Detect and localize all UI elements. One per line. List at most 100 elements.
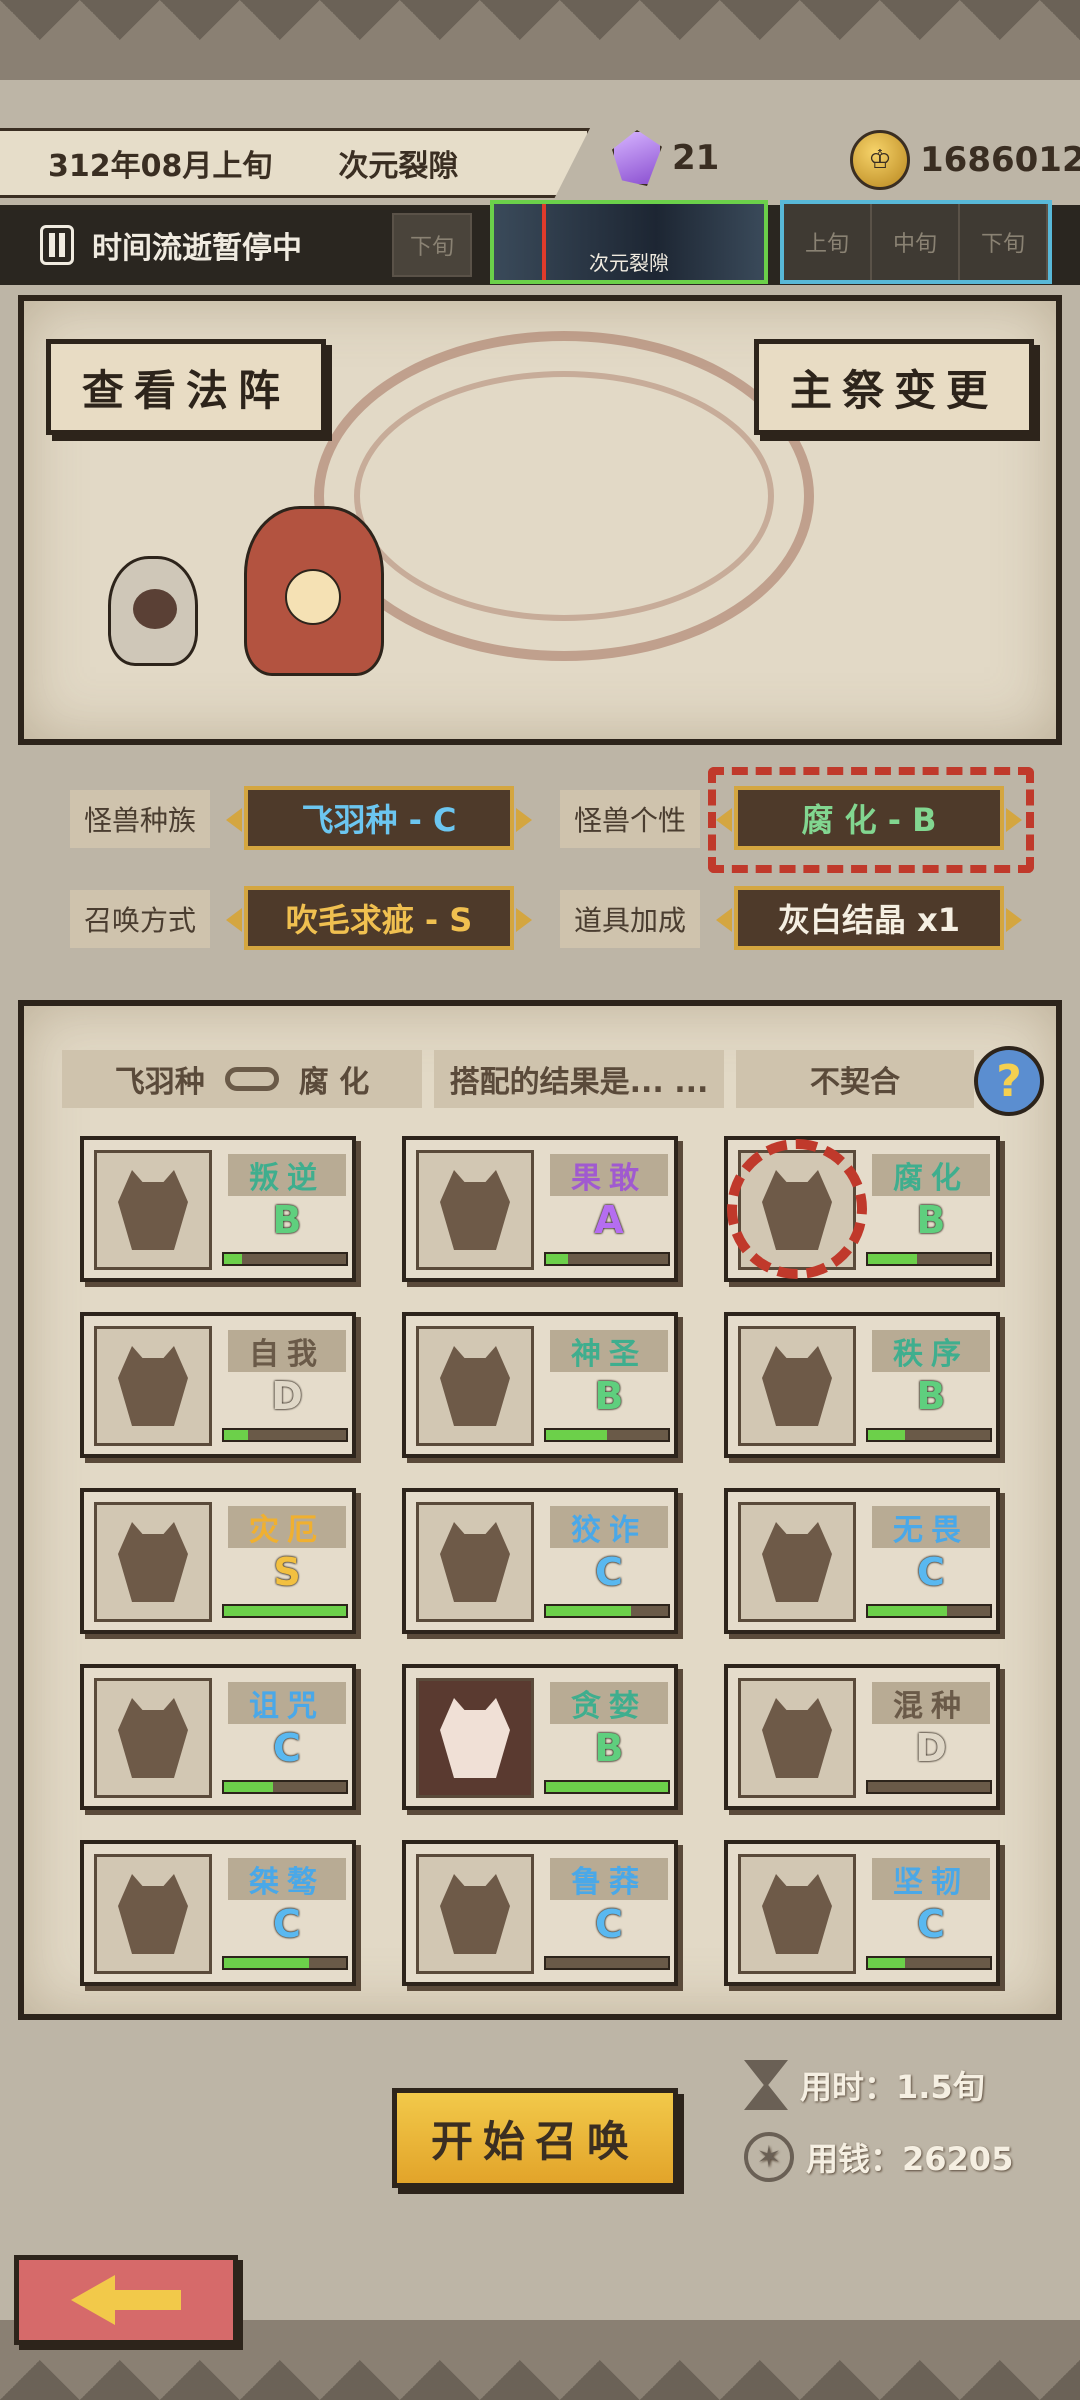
item-label: 道具加成 (560, 890, 700, 948)
trait-name: 诅咒 (228, 1682, 346, 1724)
money-cost-text: 用钱：26205 (806, 2140, 1014, 2178)
trait-portrait (416, 1854, 534, 1974)
start-summon-button[interactable]: 开始召唤 (392, 2088, 678, 2188)
trait-panel: 飞羽种 腐 化 搭配的结果是... ... 不契合 ? 叛逆 B 果敢 A 腐化 B 自我 D… (18, 1000, 1062, 2020)
trait-card[interactable]: 自我 D (80, 1312, 356, 1458)
trait-card[interactable]: 狡诈 C (402, 1488, 678, 1634)
trait-grade: C (595, 1902, 623, 1946)
trait-progress-bar (866, 1604, 992, 1618)
match-trait: 腐 化 (298, 1065, 370, 1100)
trait-card[interactable]: 混种 D (724, 1664, 1000, 1810)
trait-card[interactable]: 诅咒 C (80, 1664, 356, 1810)
trait-grade: D (271, 1374, 303, 1418)
race-label: 怪兽种族 (70, 790, 210, 848)
trait-name: 贪婪 (550, 1682, 668, 1724)
trait-grade: C (917, 1550, 945, 1594)
skull-icon (762, 1698, 832, 1778)
skull-icon (118, 1874, 188, 1954)
pause-icon (40, 225, 74, 265)
skull-icon (118, 1698, 188, 1778)
trait-name: 混种 (872, 1682, 990, 1724)
coin-count: 1686012 (920, 140, 1080, 180)
trait-card[interactable]: 桀骜 C (80, 1840, 356, 1986)
trait-name: 叛逆 (228, 1154, 346, 1196)
trait-name: 无畏 (872, 1506, 990, 1548)
trait-grade: A (594, 1198, 624, 1242)
trait-name: 神圣 (550, 1330, 668, 1372)
skull-icon (118, 1522, 188, 1602)
trait-progress-fill (546, 1606, 632, 1616)
current-location: 次元裂隙 (338, 149, 459, 184)
trait-progress-fill (224, 1782, 273, 1792)
trait-card[interactable]: 灾厄 S (80, 1488, 356, 1634)
trait-progress-fill (224, 1254, 243, 1264)
trait-name: 自我 (228, 1330, 346, 1372)
sheep-character[interactable] (108, 556, 198, 666)
trait-portrait (738, 1678, 856, 1798)
trait-progress-fill (868, 1606, 948, 1616)
trait-grade: D (915, 1726, 947, 1770)
trait-progress-bar (222, 1252, 348, 1266)
skull-icon (762, 1874, 832, 1954)
pentagram-icon: ✶ (744, 2132, 794, 2182)
pause-label: 时间流逝暂停中 (92, 231, 302, 266)
method-selector[interactable]: 吹毛求疵 - S (226, 886, 532, 950)
match-result-bar: 飞羽种 腐 化 搭配的结果是... ... 不契合 (62, 1050, 974, 1108)
crystal-icon (612, 130, 662, 186)
trait-card[interactable]: 贪婪 B (402, 1664, 678, 1810)
trait-card[interactable]: 叛逆 B (80, 1136, 356, 1282)
trait-card[interactable]: 无畏 C (724, 1488, 1000, 1634)
trait-card[interactable]: 腐化 B (724, 1136, 1000, 1282)
crystal-counter: 21 (612, 130, 719, 186)
trait-grade: C (273, 1902, 301, 1946)
skull-icon (440, 1698, 510, 1778)
trait-selector[interactable]: 腐 化 - B (716, 786, 1022, 850)
trait-progress-fill (224, 1430, 249, 1440)
date-banner: 312年08月上旬 次元裂隙 (0, 128, 590, 198)
trait-portrait (416, 1326, 534, 1446)
trait-progress-bar (544, 1604, 670, 1618)
race-selector[interactable]: 飞羽种 - C (226, 786, 532, 850)
trait-progress-bar (866, 1780, 992, 1794)
trait-progress-bar (222, 1604, 348, 1618)
trait-card[interactable]: 果敢 A (402, 1136, 678, 1282)
trait-portrait (738, 1326, 856, 1446)
trait-progress-fill (224, 1958, 310, 1968)
pause-toggle[interactable]: 时间流逝暂停中 (40, 223, 302, 267)
trait-progress-bar (866, 1956, 992, 1970)
link-icon (224, 1067, 279, 1091)
trait-grade: B (594, 1726, 624, 1770)
trait-portrait (94, 1678, 212, 1798)
help-icon[interactable]: ? (974, 1046, 1044, 1116)
selected-ring (727, 1139, 867, 1279)
item-selector[interactable]: 灰白结晶 x1 (716, 886, 1022, 950)
view-circle-button[interactable]: 查看法阵 (46, 339, 326, 435)
match-result: 不契合 (736, 1050, 974, 1108)
trait-progress-fill (224, 1606, 346, 1616)
trait-grade: C (273, 1726, 301, 1770)
priest-character[interactable] (244, 506, 384, 676)
trait-grade: C (595, 1550, 623, 1594)
trait-card[interactable]: 鲁莽 C (402, 1840, 678, 1986)
trait-portrait (94, 1854, 212, 1974)
trait-progress-bar (866, 1252, 992, 1266)
trait-portrait (416, 1502, 534, 1622)
money-cost: ✶ 用钱：26205 (744, 2132, 1013, 2182)
trait-portrait (738, 1502, 856, 1622)
skull-icon (762, 1522, 832, 1602)
trait-card[interactable]: 秩序 B (724, 1312, 1000, 1458)
sheep-face (133, 589, 177, 629)
back-button[interactable] (14, 2255, 238, 2345)
trait-progress-fill (546, 1782, 668, 1792)
timeline-current-label: 次元裂隙 (589, 251, 669, 275)
trait-portrait (416, 1150, 534, 1270)
trait-card[interactable]: 坚韧 C (724, 1840, 1000, 1986)
trait-progress-bar (544, 1428, 670, 1442)
trait-grade: C (917, 1902, 945, 1946)
trait-name: 腐化 (872, 1154, 990, 1196)
trait-label: 怪兽个性 (560, 790, 700, 848)
trait-card[interactable]: 神圣 B (402, 1312, 678, 1458)
trait-portrait (738, 1854, 856, 1974)
change-priest-button[interactable]: 主祭变更 (754, 339, 1034, 435)
hourglass-icon (744, 2060, 788, 2110)
